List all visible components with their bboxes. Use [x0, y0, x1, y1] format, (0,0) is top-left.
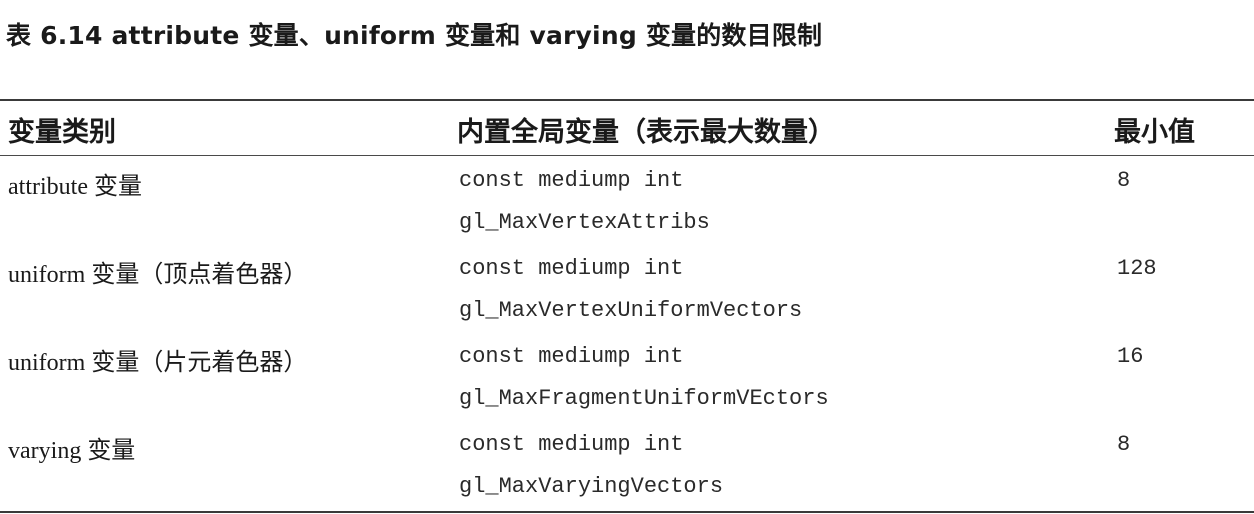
header-variable-category: 变量类别: [8, 117, 116, 148]
row-code-line1: const mediump int: [459, 344, 684, 369]
table-bottom-rule: [0, 511, 1254, 513]
table-row: varying 变量 const mediump int gl_MaxVaryi…: [0, 424, 1254, 512]
table-row: attribute 变量 const mediump int gl_MaxVer…: [0, 160, 1254, 248]
row-category: uniform 变量（顶点着色器）: [8, 262, 308, 288]
row-minimum: 16: [1117, 344, 1144, 369]
row-minimum: 8: [1117, 168, 1131, 193]
table-header-rule: [0, 155, 1254, 156]
row-code-line1: const mediump int: [459, 432, 684, 457]
row-code-line1: const mediump int: [459, 168, 684, 193]
row-code-line1: const mediump int: [459, 256, 684, 281]
table-caption: 表 6.14 attribute 变量、uniform 变量和 varying …: [6, 21, 823, 50]
table-row: uniform 变量（片元着色器） const mediump int gl_M…: [0, 336, 1254, 424]
row-code-line2: gl_MaxVaryingVectors: [459, 474, 724, 499]
row-code-line2: gl_MaxVertexUniformVectors: [459, 298, 803, 323]
row-category: attribute 变量: [8, 174, 142, 200]
row-minimum: 8: [1117, 432, 1131, 457]
document-page: 表 6.14 attribute 变量、uniform 变量和 varying …: [0, 0, 1254, 514]
row-code-line2: gl_MaxVertexAttribs: [459, 210, 710, 235]
row-category: uniform 变量（片元着色器）: [8, 350, 308, 376]
header-minimum-value: 最小值: [1114, 117, 1195, 148]
row-code-line2: gl_MaxFragmentUniformVEctors: [459, 386, 829, 411]
table-top-rule: [0, 99, 1254, 101]
row-category: varying 变量: [8, 438, 136, 464]
row-minimum: 128: [1117, 256, 1157, 281]
table-row: uniform 变量（顶点着色器） const mediump int gl_M…: [0, 248, 1254, 336]
header-builtin-global-variable: 内置全局变量（表示最大数量）: [457, 117, 835, 148]
